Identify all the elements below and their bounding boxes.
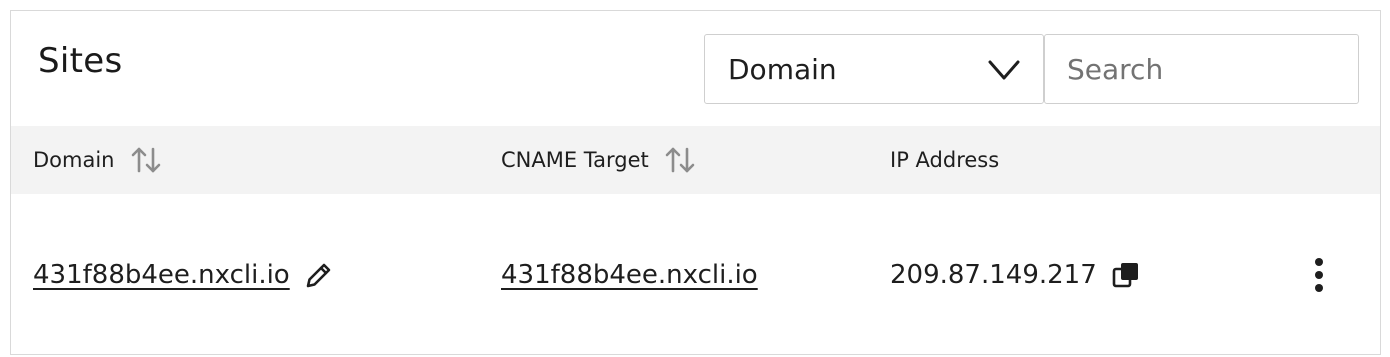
search-input[interactable] bbox=[1044, 34, 1359, 104]
sort-arrows-icon[interactable] bbox=[129, 145, 163, 175]
column-header-label: Domain bbox=[33, 148, 115, 172]
cname-target-link[interactable]: 431f88b4ee.nxcli.io bbox=[501, 260, 758, 290]
table-header: Domain CNAME Target IP Address bbox=[11, 126, 1380, 194]
ip-address-cell: 209.87.149.217 bbox=[890, 258, 1141, 292]
filter-select-value: Domain bbox=[728, 53, 837, 86]
ip-address-value: 209.87.149.217 bbox=[890, 260, 1097, 290]
column-header-label: IP Address bbox=[890, 148, 1000, 172]
table-row: 431f88b4ee.nxcli.io 431f88b4ee.nxcli.io … bbox=[11, 194, 1380, 354]
chevron-down-icon bbox=[988, 60, 1020, 80]
column-header-ip-address: IP Address bbox=[890, 147, 999, 173]
sort-arrows-icon[interactable] bbox=[663, 145, 697, 175]
page-title: Sites bbox=[38, 41, 123, 81]
cname-target-cell: 431f88b4ee.nxcli.io bbox=[501, 258, 758, 292]
pencil-icon[interactable] bbox=[304, 260, 334, 290]
column-header-cname-target: CNAME Target bbox=[501, 147, 697, 173]
column-header-domain: Domain bbox=[33, 147, 163, 173]
sites-panel: Sites Domain Domain CNAME Target bbox=[10, 10, 1381, 355]
domain-cell: 431f88b4ee.nxcli.io bbox=[33, 258, 334, 292]
column-header-label: CNAME Target bbox=[501, 148, 649, 172]
kebab-menu-icon[interactable] bbox=[1303, 255, 1335, 295]
copy-icon[interactable] bbox=[1111, 260, 1141, 290]
domain-link[interactable]: 431f88b4ee.nxcli.io bbox=[33, 260, 290, 290]
filter-field-select[interactable]: Domain bbox=[704, 34, 1044, 104]
